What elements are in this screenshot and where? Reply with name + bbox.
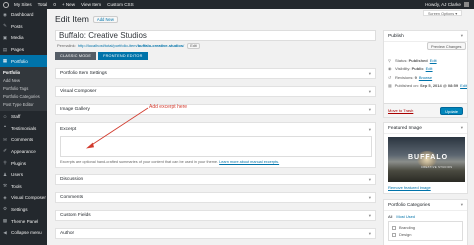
triangle-down-icon[interactable]: ▾ bbox=[369, 195, 371, 201]
box-title: Discussion bbox=[60, 177, 84, 182]
category-checkbox[interactable] bbox=[392, 225, 396, 230]
revisions-browse-link[interactable]: Browse bbox=[419, 75, 432, 80]
box-title: Comments bbox=[60, 195, 84, 200]
image-logo-subtext: CREATIVE STUDIOS bbox=[421, 165, 453, 169]
image-logo-text: BUFFALO bbox=[408, 154, 449, 161]
remove-featured-image-link[interactable]: Remove featured image bbox=[388, 185, 431, 190]
featured-image-header: Featured Image ▾ bbox=[384, 123, 467, 134]
triangle-down-icon[interactable]: ▾ bbox=[369, 213, 371, 219]
visibility-label: Visibility: bbox=[395, 66, 411, 72]
author-box[interactable]: Author ▾ bbox=[55, 228, 376, 239]
category-checkbox[interactable] bbox=[392, 232, 396, 237]
status-value: Published bbox=[408, 57, 428, 63]
triangle-down-icon[interactable]: ▾ bbox=[461, 125, 463, 131]
published-value: Sep 5, 2014 @ 08:59 bbox=[419, 83, 459, 89]
eye-icon: ◉ bbox=[388, 66, 392, 72]
published-label: Published on: bbox=[394, 83, 419, 89]
portfolio-categories-title: Portfolio Categories bbox=[388, 202, 431, 208]
category-label: Branding bbox=[399, 225, 416, 230]
featured-image-title: Featured Image bbox=[388, 125, 422, 131]
published-row: ▦ Published on: Sep 5, 2014 @ 08:59 Edit bbox=[384, 82, 467, 91]
category-tabs: All Most Used bbox=[384, 211, 467, 219]
triangle-down-icon[interactable]: ▾ bbox=[461, 33, 463, 39]
publish-header: Publish ▾ bbox=[384, 31, 467, 42]
calendar-icon: ▦ bbox=[388, 83, 392, 89]
update-button[interactable]: Update bbox=[440, 107, 463, 115]
category-list: Branding Design bbox=[388, 221, 463, 241]
triangle-down-icon[interactable]: ▾ bbox=[369, 231, 371, 237]
triangle-down-icon[interactable]: ▾ bbox=[369, 177, 371, 183]
status-label: Status: bbox=[395, 57, 408, 63]
featured-image-thumbnail[interactable]: BUFFALO CREATIVE STUDIOS bbox=[388, 137, 465, 182]
box-title: Custom Fields bbox=[60, 213, 91, 218]
custom-fields-box[interactable]: Custom Fields ▾ bbox=[55, 210, 376, 221]
category-item: Branding bbox=[392, 224, 459, 231]
status-row: ⚲ Status: Published Edit bbox=[384, 56, 467, 65]
pin-icon: ⚲ bbox=[388, 57, 391, 63]
preview-changes-button[interactable]: Preview Changes bbox=[427, 42, 466, 50]
revisions-label: Revisions: bbox=[395, 74, 414, 80]
publish-title: Publish bbox=[388, 33, 404, 39]
revisions-value: 9 bbox=[414, 74, 417, 80]
category-item: Design bbox=[392, 231, 459, 238]
featured-image-box: Featured Image ▾ BUFFALO CREATIVE STUDIOS… bbox=[383, 122, 468, 194]
published-edit-link[interactable]: Edit bbox=[460, 83, 467, 88]
revisions-icon: ↺ bbox=[388, 74, 392, 80]
category-label: Design bbox=[399, 232, 412, 237]
discussion-box[interactable]: Discussion ▾ bbox=[55, 174, 376, 185]
comments-box[interactable]: Comments ▾ bbox=[55, 192, 376, 203]
visibility-value: Public bbox=[411, 66, 424, 72]
revisions-row: ↺ Revisions: 9 Browse bbox=[384, 73, 467, 82]
status-edit-link[interactable]: Edit bbox=[430, 58, 437, 63]
visibility-edit-link[interactable]: Edit bbox=[426, 66, 433, 71]
tab-all[interactable]: All bbox=[388, 214, 392, 219]
triangle-down-icon[interactable]: ▾ bbox=[461, 202, 463, 208]
tab-most-used[interactable]: Most Used bbox=[396, 214, 415, 219]
box-title: Author bbox=[60, 231, 75, 236]
move-to-trash-link[interactable]: Move to Trash bbox=[388, 108, 413, 113]
visibility-row: ◉ Visibility: Public Edit bbox=[384, 65, 467, 74]
publish-actions: Move to Trash Update bbox=[384, 103, 467, 117]
portfolio-categories-box: Portfolio Categories ▾ All Most Used Bran… bbox=[383, 199, 468, 245]
portfolio-categories-header: Portfolio Categories ▾ bbox=[384, 200, 467, 211]
